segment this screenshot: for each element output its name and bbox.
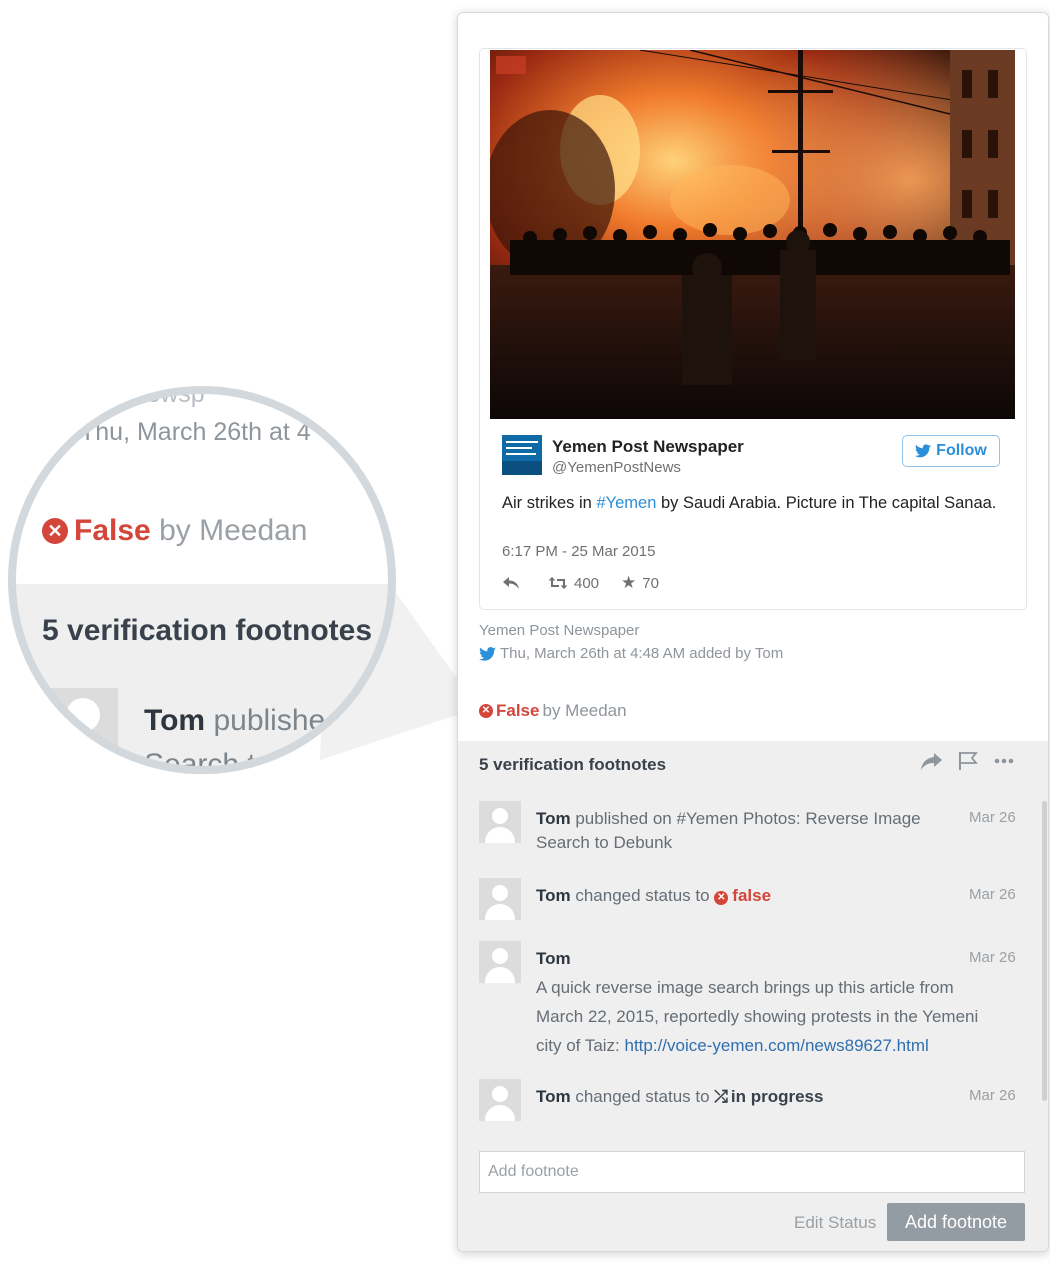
source-added-info: Thu, March 26th at 4:48 AM added by Tom [479,645,783,662]
shuffle-icon: ⤮ [714,1087,728,1106]
footnote-link[interactable]: http://voice-yemen.com/news89627.html [625,1036,929,1055]
footnote-action: changed status to [570,886,715,905]
retweet-icon [548,577,568,589]
add-footnote-input[interactable] [479,1151,1025,1193]
footnote-status: in progress [730,1087,824,1106]
source-name[interactable]: Yemen Post Newspaper [479,622,639,639]
footnote-user[interactable]: Tom [536,809,571,828]
footnote-action: published on #Yemen Photos: Reverse Imag… [536,809,921,852]
retweet-count: 400 [574,574,600,592]
status-by: by Meedan [542,701,627,720]
flag-icon[interactable] [958,751,980,771]
twitter-bird-icon [915,444,932,458]
edit-status-link[interactable]: Edit Status [794,1213,876,1233]
footnote-date: Mar 26 [969,949,1016,966]
fire-scene-image [490,50,1015,419]
user-avatar[interactable] [479,1079,521,1121]
footnote-action: changed status to [570,1087,715,1106]
footnotes-title: 5 verification footnotes [479,755,667,774]
tweet-handle[interactable]: @YemenPostNews [552,459,681,476]
tweet-hashtag-link[interactable]: #Yemen [596,494,656,512]
footnote-user[interactable]: Tom [536,886,571,905]
footnote-user[interactable]: Tom [536,1087,571,1106]
embedded-tweet: Yemen Post Newspaper @YemenPostNews Foll… [479,48,1027,610]
tweet-text: Air strikes in #Yemen by Saudi Arabia. P… [502,491,1002,515]
tweet-text-start: Air strikes in [502,494,597,512]
footnote-date: Mar 26 [969,886,1016,903]
share-icon[interactable] [920,751,944,771]
footnote-text: Tom changed status to ✕ false [536,884,926,908]
media-card: Yemen Post Newspaper @YemenPostNews Foll… [457,12,1049,1252]
follow-button[interactable]: Follow [902,435,1000,467]
tweet-photo[interactable] [490,50,1015,419]
magnifier-ring [8,386,396,774]
favorite-count: 70 [642,574,659,592]
footnotes-scrollbar[interactable] [1042,801,1047,1101]
tweet-text-end: by Saudi Arabia. Picture in The capital … [656,494,997,512]
footnotes-panel: 5 verification footnotes Tom published o… [458,741,1048,1251]
source-added-text: Thu, March 26th at 4:48 AM added by Tom [500,645,784,662]
footnote-text: Tom changed status to ⤮ in progress [536,1085,926,1109]
verification-status[interactable]: ✕ False by Meedan [479,701,627,721]
false-status-icon: ✕ [714,891,729,905]
reply-icon [503,577,519,589]
footnote-tools [920,751,1014,771]
tweet-author-avatar[interactable] [502,435,542,475]
add-footnote-button[interactable]: Add footnote [887,1203,1025,1241]
footnote-text: Tom A quick reverse image search brings … [536,947,981,1060]
footnote-date: Mar 26 [969,1087,1016,1104]
footnote-status: false [732,886,772,905]
tweet-actions: 400 ★ 70 [502,573,659,593]
status-value: False [496,701,540,720]
user-avatar[interactable] [479,801,521,843]
retweet-button[interactable]: 400 [548,575,599,592]
footnote-user[interactable]: Tom [536,949,571,968]
tweet-author-name[interactable]: Yemen Post Newspaper [552,437,744,457]
false-status-icon: ✕ [479,704,493,718]
footnote-text: Tom published on #Yemen Photos: Reverse … [536,807,926,855]
user-avatar[interactable] [479,941,521,983]
follow-label: Follow [936,442,987,459]
user-avatar[interactable] [479,878,521,920]
star-icon: ★ [621,573,637,592]
twitter-bird-icon [479,646,496,661]
tweet-timestamp[interactable]: 6:17 PM - 25 Mar 2015 [502,543,655,560]
more-options-icon[interactable] [994,751,1014,771]
footnote-comment: A quick reverse image search brings up t… [536,973,981,1060]
favorite-button[interactable]: ★ 70 [621,573,659,593]
footnote-date: Mar 26 [969,809,1016,826]
reply-button[interactable] [502,576,520,590]
